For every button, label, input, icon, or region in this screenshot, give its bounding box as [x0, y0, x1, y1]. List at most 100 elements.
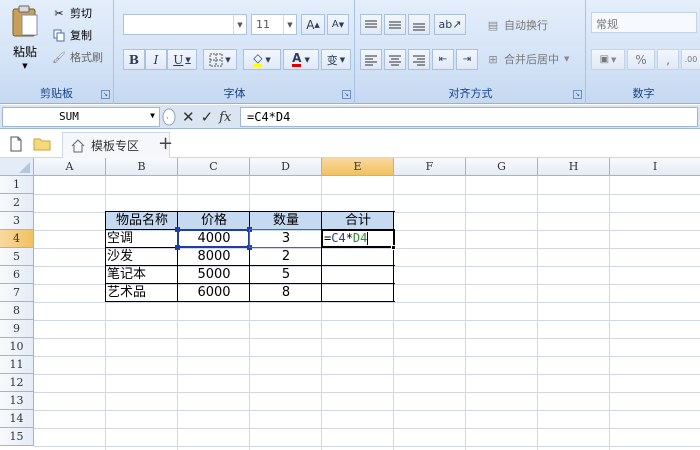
percent-button[interactable]: % — [627, 49, 655, 70]
copy-button[interactable]: 复制 — [52, 26, 92, 44]
borders-button[interactable]: ▼ — [203, 49, 237, 70]
decrease-indent-button[interactable]: ⇤ — [432, 49, 454, 70]
clipboard-group: 粘贴 ▼ ✂ 剪切 复制 🖌 格式刷 剪贴板 ↘ — [0, 0, 114, 104]
paste-button[interactable]: 粘贴 ▼ — [6, 4, 44, 74]
folder-icon[interactable] — [33, 137, 51, 151]
select-all-corner[interactable] — [0, 158, 34, 176]
font-name-combo[interactable]: ▼ — [123, 14, 247, 35]
font-color-button[interactable]: A ▼ — [283, 49, 319, 70]
wrap-text-button[interactable]: ▤ 自动换行 — [486, 16, 548, 34]
row-header-8[interactable]: 8 — [0, 302, 34, 320]
tab-template-zone[interactable]: 模板专区 — [62, 132, 170, 158]
align-left-button[interactable] — [360, 49, 382, 70]
decrease-font-button[interactable]: A ▼ — [327, 14, 349, 35]
copy-label: 复制 — [70, 29, 92, 42]
reference-highlight-d4 — [249, 229, 322, 248]
phonetic-button[interactable]: 变 ▼ — [321, 49, 351, 70]
row-header-4[interactable]: 4 — [0, 230, 34, 248]
row-header-11[interactable]: 11 — [0, 356, 34, 374]
row-header-12[interactable]: 12 — [0, 374, 34, 392]
underline-button[interactable]: U ▼ — [167, 49, 197, 70]
dialog-launcher-icon[interactable]: ↘ — [101, 90, 110, 99]
format-painter-button[interactable]: 🖌 格式刷 — [52, 48, 103, 66]
fill-color-button[interactable]: ◇ ▼ — [243, 49, 281, 70]
table-border — [249, 211, 250, 302]
row-header-3[interactable]: 3 — [0, 212, 34, 230]
add-tab-label: + — [158, 133, 174, 154]
bold-button[interactable]: B — [123, 49, 145, 70]
gridline — [34, 446, 700, 447]
dialog-launcher-icon[interactable]: ↘ — [342, 90, 351, 99]
align-middle-button[interactable] — [384, 14, 406, 35]
increase-indent-button[interactable]: ⇥ — [456, 49, 478, 70]
column-header-c[interactable]: C — [178, 158, 250, 176]
chevron-down-icon[interactable]: ▼ — [564, 55, 569, 63]
align-right-button[interactable] — [408, 49, 430, 70]
row-header-1[interactable]: 1 — [0, 176, 34, 194]
column-header-f[interactable]: F — [394, 158, 466, 176]
table-border — [105, 301, 395, 302]
row-header-14[interactable]: 14 — [0, 410, 34, 428]
gridline — [34, 356, 700, 357]
align-bottom-button[interactable] — [408, 14, 430, 35]
column-header-e[interactable]: E — [322, 158, 394, 176]
align-center-button[interactable] — [384, 49, 406, 70]
column-header-g[interactable]: G — [466, 158, 538, 176]
edit-operator: * — [345, 231, 353, 245]
cancel-icon[interactable]: ✕ — [182, 108, 195, 126]
cut-button[interactable]: ✂ 剪切 — [52, 4, 92, 22]
row-header-7[interactable]: 7 — [0, 284, 34, 302]
increase-decimal-button[interactable]: .00 — [681, 49, 700, 70]
chevron-down-icon[interactable]: ▼ — [150, 111, 155, 120]
column-header-a[interactable]: A — [34, 158, 106, 176]
expand-handle-icon[interactable]: · — [160, 108, 178, 126]
currency-button[interactable]: ▣ ▼ — [591, 49, 625, 70]
comma-button[interactable]: , — [657, 49, 679, 70]
row-header-13[interactable]: 13 — [0, 392, 34, 410]
gridline — [34, 338, 700, 339]
merge-center-button[interactable]: ⊞ 合并后居中 ▼ — [486, 50, 569, 68]
phonetic-icon: 变 — [326, 53, 338, 67]
ref-handle[interactable] — [175, 245, 180, 250]
row-header-5[interactable]: 5 — [0, 248, 34, 266]
column-header-b[interactable]: B — [106, 158, 178, 176]
row-header-10[interactable]: 10 — [0, 338, 34, 356]
wrap-text-label: 自动换行 — [504, 19, 548, 32]
document-tab-bar: 模板专区 + — [0, 130, 700, 158]
fill-handle[interactable] — [391, 245, 396, 250]
number-group-label: 数字 — [632, 87, 655, 100]
name-box[interactable]: SUM ▼ — [2, 107, 160, 127]
add-tab-button[interactable]: + — [158, 133, 173, 154]
active-cell-e4[interactable]: =C4*D4 — [321, 229, 395, 248]
chevron-down-icon[interactable]: ▼ — [283, 15, 296, 34]
decimal-icon: .00 — [684, 55, 698, 64]
merge-center-label: 合并后居中 — [504, 53, 559, 66]
copy-icon — [52, 28, 66, 42]
italic-button[interactable]: I — [145, 49, 167, 70]
number-format-combo[interactable]: 常规 — [591, 12, 697, 33]
chevron-down-icon[interactable]: ▼ — [233, 15, 246, 34]
column-header-h[interactable]: H — [538, 158, 610, 176]
row-header-9[interactable]: 9 — [0, 320, 34, 338]
orientation-icon: ab↗ — [438, 18, 462, 31]
font-group-label: 字体 — [223, 87, 246, 100]
row-header-15[interactable]: 15 — [0, 428, 34, 446]
row-header-6[interactable]: 6 — [0, 266, 34, 284]
insert-function-icon[interactable]: fx — [219, 110, 231, 125]
gridline — [34, 194, 700, 195]
dialog-launcher-icon[interactable]: ↘ — [573, 90, 582, 99]
row-header-2[interactable]: 2 — [0, 194, 34, 212]
column-header-d[interactable]: D — [250, 158, 322, 176]
increase-font-button[interactable]: A ▲ — [301, 14, 325, 35]
formula-controls: · ✕ ✓ fx — [160, 107, 238, 127]
new-file-icon[interactable] — [10, 136, 22, 152]
font-size-combo[interactable]: 11 ▼ — [251, 14, 297, 35]
gridline — [537, 176, 538, 450]
enter-check-icon[interactable]: ✓ — [201, 108, 214, 126]
font-size-value: 11 — [256, 18, 270, 31]
orientation-button[interactable]: ab↗ — [434, 14, 466, 35]
formula-input[interactable]: =C4*D4 — [240, 107, 698, 127]
column-header-i[interactable]: I — [610, 158, 700, 176]
ref-handle[interactable] — [175, 227, 180, 232]
align-top-button[interactable] — [360, 14, 382, 35]
